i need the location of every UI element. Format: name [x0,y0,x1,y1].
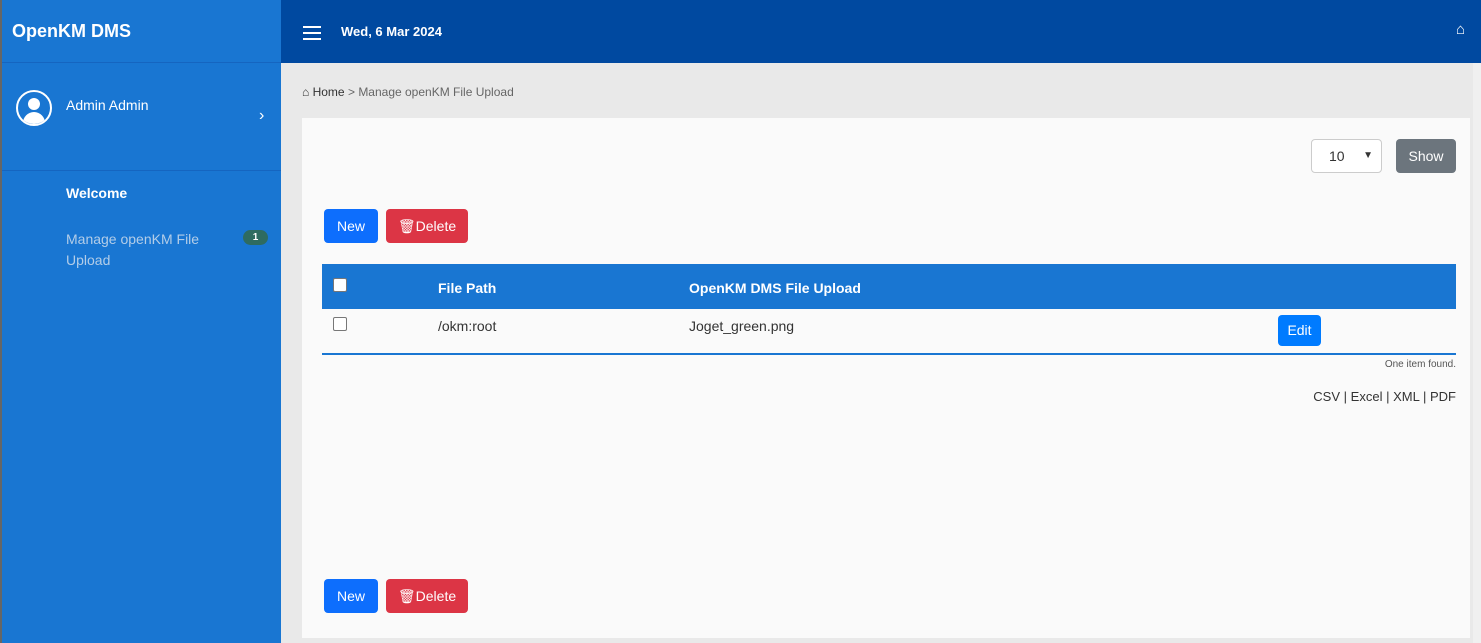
user-name[interactable]: Admin Admin [66,97,148,113]
top-bar: Wed, 6 Mar 2024 ⌂ [281,0,1481,63]
page-size-select[interactable]: 10 ▼ [1311,139,1382,173]
export-xml[interactable]: XML [1393,389,1419,404]
table-row: /okm:root Joget_green.png Edit [322,309,1456,355]
table-header: File Path OpenKM DMS File Upload [322,264,1456,309]
row-checkbox[interactable] [333,317,347,331]
user-panel[interactable] [2,63,281,171]
new-button-top[interactable]: New [324,209,378,243]
delete-button-bottom[interactable]: 🗑Delete [386,579,468,613]
file-cell[interactable]: Joget_green.png [689,318,794,334]
export-excel[interactable]: Excel [1351,389,1383,404]
result-summary: One item found. [1384,359,1456,370]
column-header-file-path[interactable]: File Path [438,280,496,296]
show-button[interactable]: Show [1396,139,1456,173]
avatar-icon [16,90,52,126]
chevron-down-icon: ▼ [1363,150,1373,161]
home-icon: ⌂ [302,85,310,99]
trash-icon: 🗑 [397,588,416,604]
current-date: Wed, 6 Mar 2024 [341,24,442,39]
chevron-right-icon[interactable]: › [259,107,264,125]
file-path-cell: /okm:root [438,318,497,334]
breadcrumb-current: Manage openKM File Upload [358,85,514,99]
column-header-file-upload[interactable]: OpenKM DMS File Upload [689,280,861,296]
separator: | [1343,389,1348,404]
breadcrumb-home[interactable]: Home [313,85,345,99]
separator: | [1386,389,1390,404]
scrollbar[interactable] [1473,63,1481,643]
app-title[interactable]: OpenKM DMS [2,0,281,63]
delete-button-top[interactable]: 🗑Delete [386,209,468,243]
delete-label: Delete [415,218,457,234]
breadcrumb-separator: > [347,85,355,99]
hamburger-menu-icon[interactable] [303,26,321,44]
export-links: CSV | Excel | XML | PDF [1313,389,1456,404]
count-badge: 1 [243,230,268,245]
delete-label: Delete [415,588,457,604]
edit-button[interactable]: Edit [1278,315,1321,346]
trash-icon: 🗑 [397,218,416,234]
content-panel: 10 ▼ Show New 🗑Delete File Path OpenKM DM… [302,118,1470,638]
sidebar: OpenKM DMS Admin Admin › Welcome Manage … [0,0,281,643]
new-button-bottom[interactable]: New [324,579,378,613]
select-all-checkbox[interactable] [333,278,347,292]
home-icon[interactable]: ⌂ [1456,21,1465,38]
separator: | [1422,389,1427,404]
sidebar-item-manage-upload[interactable]: Manage openKM File Upload [66,229,216,271]
export-csv[interactable]: CSV [1313,389,1340,404]
sidebar-item-welcome[interactable]: Welcome [66,185,127,201]
export-pdf[interactable]: PDF [1430,389,1456,404]
breadcrumb: ⌂ Home > Manage openKM File Upload [302,85,514,99]
page-size-value: 10 [1329,148,1345,164]
